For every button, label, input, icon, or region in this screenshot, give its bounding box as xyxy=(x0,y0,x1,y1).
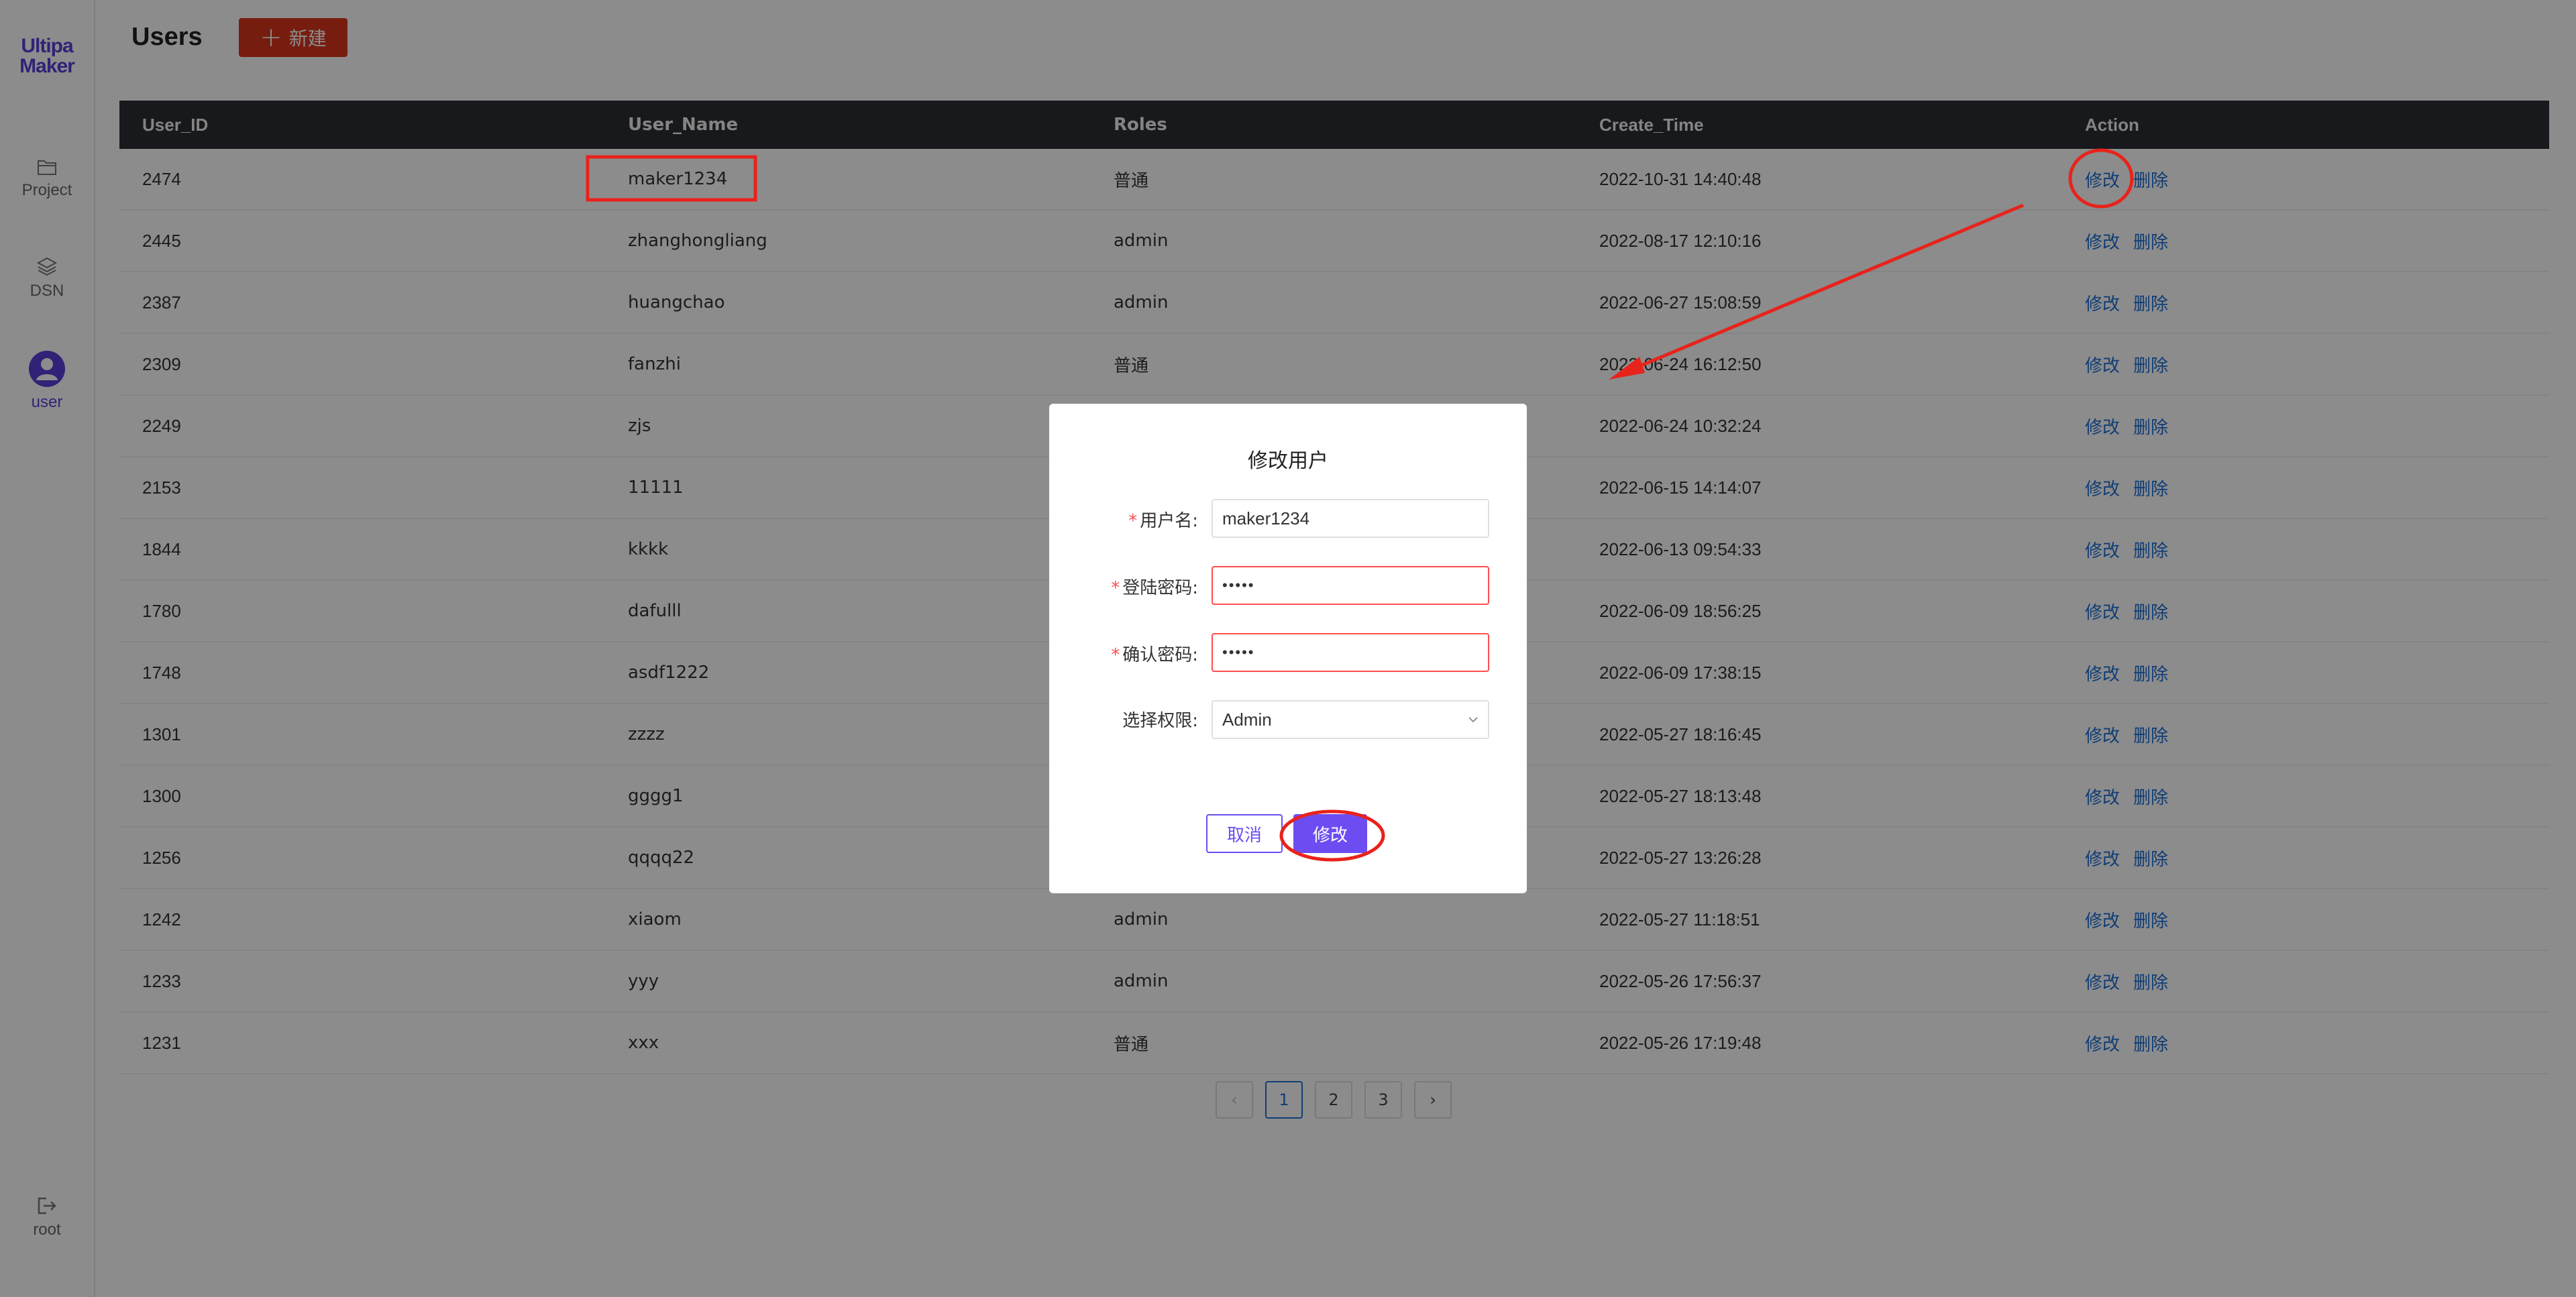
required-marker: * xyxy=(1111,645,1120,665)
confirm-password-input[interactable]: ••••• xyxy=(1212,633,1489,672)
chevron-down-icon xyxy=(1468,717,1478,723)
required-marker: * xyxy=(1128,511,1138,531)
confirm-password-label-text: 确认密码: xyxy=(1122,645,1198,665)
required-marker: * xyxy=(1111,578,1120,598)
username-input[interactable]: maker1234 xyxy=(1212,499,1489,538)
username-label-text: 用户名: xyxy=(1140,511,1198,531)
role-select-label-text: 选择权限: xyxy=(1122,711,1198,731)
confirm-password-label: * 确认密码: xyxy=(1111,641,1198,666)
confirm-password-value: ••••• xyxy=(1222,644,1255,661)
password-input[interactable]: ••••• xyxy=(1212,566,1489,605)
dialog-title: 修改用户 xyxy=(1248,449,1328,473)
role-select[interactable]: Admin xyxy=(1212,700,1489,739)
password-label: * 登陆密码: xyxy=(1111,574,1198,599)
role-select-value: Admin xyxy=(1222,709,1272,730)
cancel-button[interactable]: 取消 xyxy=(1206,814,1283,853)
username-value: maker1234 xyxy=(1222,508,1310,528)
role-select-label: 选择权限: xyxy=(1122,707,1198,732)
edit-user-dialog: 修改用户 * 用户名: maker1234 * 登陆密码: ••••• * 确认密码:… xyxy=(1049,404,1527,893)
username-label: * 用户名: xyxy=(1128,507,1198,532)
submit-edit-button[interactable]: 修改 xyxy=(1293,814,1367,853)
password-value: ••••• xyxy=(1222,577,1255,594)
password-label-text: 登陆密码: xyxy=(1122,578,1198,598)
